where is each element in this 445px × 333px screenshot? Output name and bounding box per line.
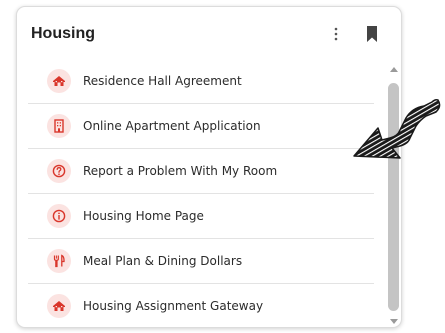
utensils-icon bbox=[47, 249, 71, 273]
link-list: Residence Hall Agreement Online Apartmen… bbox=[28, 59, 374, 327]
widget-title: Housing bbox=[31, 25, 95, 42]
building-icon bbox=[47, 114, 71, 138]
question-circle-icon bbox=[47, 159, 71, 183]
kebab-menu-icon[interactable] bbox=[333, 27, 339, 41]
info-circle-icon bbox=[47, 204, 71, 228]
housing-widget-card: Housing Residence Hall Agreement Online … bbox=[16, 6, 402, 328]
link-label: Report a Problem With My Room bbox=[83, 164, 278, 178]
list-item-housing-home-page[interactable]: Housing Home Page bbox=[28, 194, 374, 239]
house-icon bbox=[47, 69, 71, 93]
link-label: Residence Hall Agreement bbox=[83, 74, 242, 88]
scroll-down-arrow-icon[interactable] bbox=[389, 319, 398, 324]
list-item-residence-hall-agreement[interactable]: Residence Hall Agreement bbox=[28, 59, 374, 104]
list-item-housing-assignment-gateway[interactable]: Housing Assignment Gateway bbox=[28, 284, 374, 327]
hand-pointer-arrow-icon bbox=[353, 99, 441, 159]
link-label: Housing Assignment Gateway bbox=[83, 299, 264, 313]
list-item-report-a-problem[interactable]: Report a Problem With My Room bbox=[28, 149, 374, 194]
link-label: Online Apartment Application bbox=[83, 119, 261, 133]
link-label: Meal Plan & Dining Dollars bbox=[83, 254, 243, 268]
link-label: Housing Home Page bbox=[83, 209, 204, 223]
house-icon bbox=[47, 294, 71, 318]
list-item-meal-plan[interactable]: Meal Plan & Dining Dollars bbox=[28, 239, 374, 284]
scroll-up-arrow-icon[interactable] bbox=[389, 67, 398, 72]
bookmark-icon[interactable] bbox=[366, 26, 378, 42]
list-item-online-apartment-application[interactable]: Online Apartment Application bbox=[28, 104, 374, 149]
